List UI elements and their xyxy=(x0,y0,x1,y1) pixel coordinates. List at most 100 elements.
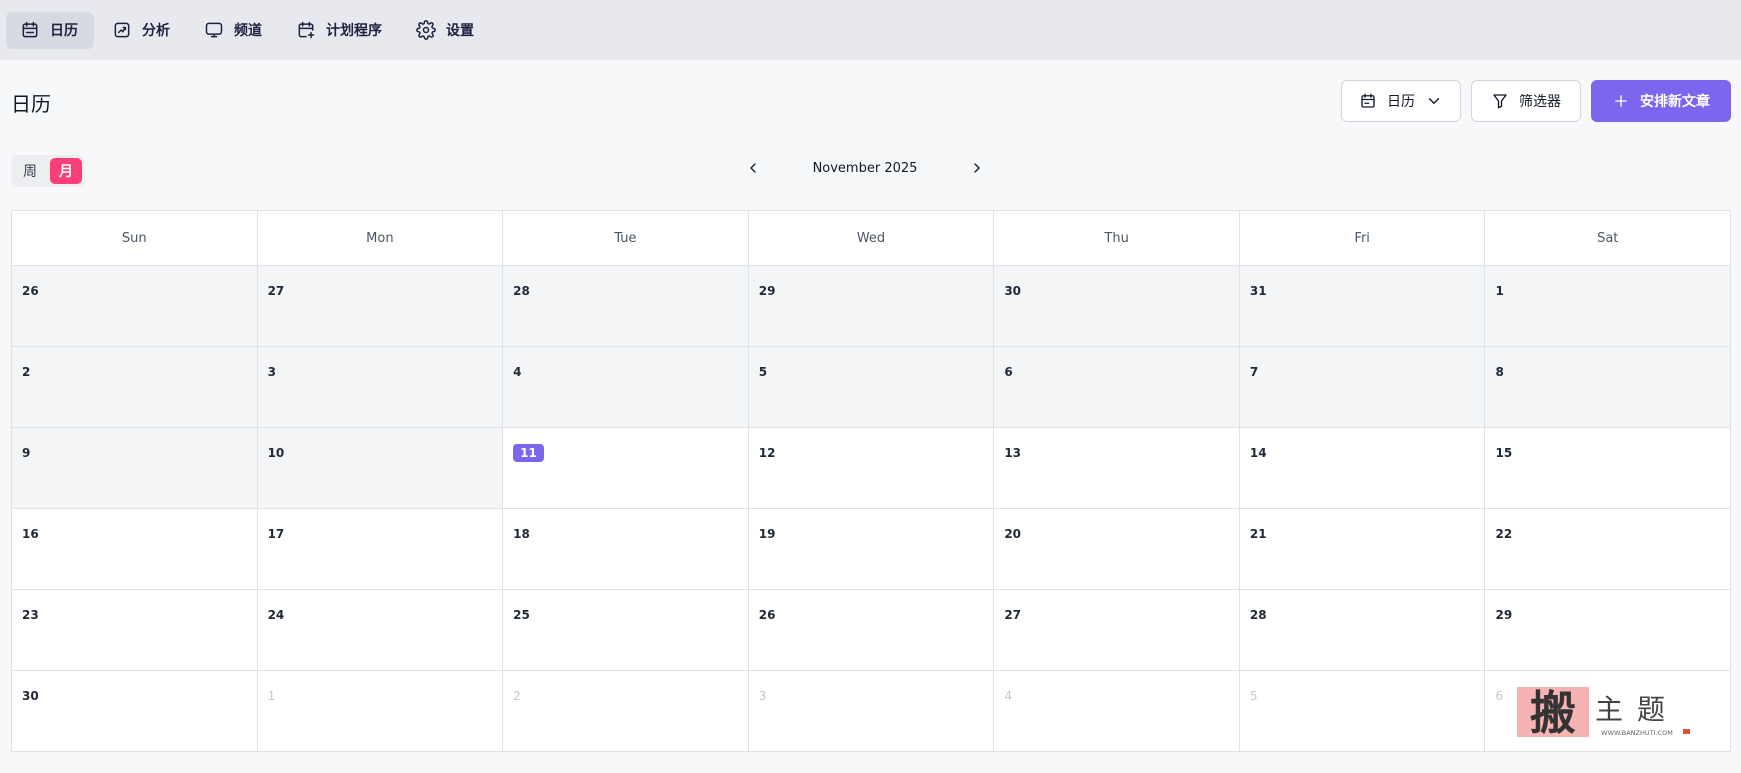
watermark-url: WWW.BANZHUTI.COM xyxy=(1601,729,1673,737)
calendar-day-cell[interactable]: 9 xyxy=(12,428,258,509)
calendar-day-cell[interactable]: 6 xyxy=(994,347,1240,428)
day-number: 2 xyxy=(22,365,31,379)
calendar-day-cell[interactable]: 22 xyxy=(1485,509,1732,590)
calendar-day-cell[interactable]: 27 xyxy=(994,590,1240,671)
calendar-day-cell[interactable]: 10 xyxy=(257,428,504,509)
calendar-day-cell[interactable]: 14 xyxy=(1239,428,1486,509)
calendar-day-cell[interactable]: 29 xyxy=(748,266,995,347)
calendar-icon xyxy=(22,21,38,38)
weekday-header: Sun Mon Tue Wed Thu Fri Sat xyxy=(12,211,1732,266)
calendar-day-cell[interactable]: 31 xyxy=(1239,266,1486,347)
toggle-month[interactable]: 月 xyxy=(50,158,82,184)
day-number: 28 xyxy=(1249,608,1267,622)
nav-item-settings[interactable]: 设置 xyxy=(402,12,490,49)
calendar-day-cell[interactable]: 21 xyxy=(1239,509,1486,590)
calendar-day-cell[interactable]: 18 xyxy=(503,509,749,590)
month-navigation: November 2025 xyxy=(740,155,990,181)
calendar-day-cell[interactable]: 30 xyxy=(994,266,1240,347)
view-select-button[interactable]: 日历 xyxy=(1341,80,1461,122)
day-number: 15 xyxy=(1495,446,1513,460)
calendar-day-cell[interactable]: 1 xyxy=(1485,266,1732,347)
calendar-day-cell[interactable]: 27 xyxy=(257,266,504,347)
calendar-day-cell[interactable]: 29 xyxy=(1485,590,1732,671)
day-number: 24 xyxy=(267,608,285,622)
day-number: 5 xyxy=(1249,689,1258,703)
day-number: 30 xyxy=(1004,284,1022,298)
day-number: 7 xyxy=(1249,365,1259,379)
calendar-day-cell[interactable]: 2 xyxy=(12,347,258,428)
day-number: 4 xyxy=(1004,689,1012,703)
calendar-day-cell[interactable]: 5 xyxy=(1239,671,1486,752)
calendar-day-today[interactable]: 11 xyxy=(503,428,749,509)
calendar-week-row: 30 1 2 3 4 5 6 xyxy=(12,671,1732,752)
calendar-day-cell[interactable]: 23 xyxy=(12,590,258,671)
calendar-day-cell[interactable]: 26 xyxy=(748,590,995,671)
calendar-week-row: 16 17 18 19 20 21 22 xyxy=(12,509,1732,590)
weekday-sat: Sat xyxy=(1485,211,1732,266)
nav-item-channels[interactable]: 频道 xyxy=(190,12,278,49)
calendar-day-cell[interactable]: 8 xyxy=(1485,347,1732,428)
current-month-label: November 2025 xyxy=(812,160,918,176)
calendar-day-cell[interactable]: 25 xyxy=(503,590,749,671)
chevron-down-icon xyxy=(1428,98,1440,104)
calendar-week-row: 26 27 28 29 30 31 1 xyxy=(12,266,1732,347)
calendar-day-cell[interactable]: 4 xyxy=(994,671,1240,752)
prev-month-button[interactable] xyxy=(740,155,766,181)
nav-label: 日历 xyxy=(50,23,78,39)
day-number: 9 xyxy=(22,446,31,460)
toggle-week[interactable]: 周 xyxy=(14,158,46,184)
calendar-day-cell[interactable]: 19 xyxy=(748,509,995,590)
calendar-day-cell[interactable]: 28 xyxy=(503,266,749,347)
day-number: 1 xyxy=(1495,284,1504,298)
weekday-thu: Thu xyxy=(994,211,1240,266)
calendar-day-cell[interactable]: 17 xyxy=(257,509,504,590)
day-number: 13 xyxy=(1004,446,1022,460)
calendar-day-cell[interactable]: 3 xyxy=(748,671,995,752)
next-month-button[interactable] xyxy=(964,155,990,181)
day-number: 6 xyxy=(1495,689,1504,703)
day-number: 1 xyxy=(267,689,276,703)
calendar-day-cell[interactable]: 26 xyxy=(12,266,258,347)
nav-item-scheduler[interactable]: 计划程序 xyxy=(282,12,398,49)
calendar-day-cell[interactable]: 24 xyxy=(257,590,504,671)
day-number: 22 xyxy=(1495,527,1513,541)
weekday-tue: Tue xyxy=(503,211,749,266)
calendar-day-cell[interactable]: 3 xyxy=(257,347,504,428)
filter-button[interactable]: 筛选器 xyxy=(1471,80,1581,122)
nav-item-calendar[interactable]: 日历 xyxy=(6,11,94,49)
day-number: 11 xyxy=(513,444,544,462)
calendar-day-cell[interactable]: 2 xyxy=(503,671,749,752)
calendar-day-cell[interactable]: 20 xyxy=(994,509,1240,590)
calendar-day-cell[interactable]: 7 xyxy=(1239,347,1486,428)
month-calendar: Sun Mon Tue Wed Thu Fri Sat 26 27 28 29 30 31 1 2 3 4 5 6… xyxy=(11,210,1732,752)
calendar-day-cell[interactable]: 28 xyxy=(1239,590,1486,671)
chevron-right-icon xyxy=(974,163,980,173)
day-number: 8 xyxy=(1495,365,1504,379)
calendar-day-cell[interactable]: 30 xyxy=(12,671,258,752)
calendar-week-row: 2 3 4 5 6 7 8 xyxy=(12,347,1732,428)
day-number: 28 xyxy=(513,284,530,298)
calendar-day-cell[interactable]: 5 xyxy=(748,347,995,428)
calendar-week-row: 23 24 25 26 27 28 29 xyxy=(12,590,1732,671)
day-number: 31 xyxy=(1249,284,1267,298)
schedule-new-post-button[interactable]: 安排新文章 xyxy=(1591,80,1731,122)
nav-label: 频道 xyxy=(234,23,262,39)
day-number: 14 xyxy=(1249,446,1267,460)
filter-label: 筛选器 xyxy=(1519,94,1561,110)
day-number: 26 xyxy=(22,284,39,298)
top-nav: 日历 分析 频道 计划程序 设置 xyxy=(0,0,1741,60)
calendar-day-cell[interactable]: 15 xyxy=(1485,428,1732,509)
calendar-day-cell[interactable]: 4 xyxy=(503,347,749,428)
weekday-wed: Wed xyxy=(748,211,995,266)
calendar-day-cell[interactable]: 12 xyxy=(748,428,995,509)
schedule-new-post-label: 安排新文章 xyxy=(1640,94,1710,110)
calendar-day-cell[interactable]: 13 xyxy=(994,428,1240,509)
calendar-day-cell[interactable]: 16 xyxy=(12,509,258,590)
gear-icon xyxy=(416,20,436,40)
day-number: 27 xyxy=(1004,608,1022,622)
calendar-day-cell[interactable]: 1 xyxy=(257,671,504,752)
view-toggle: 周 月 xyxy=(11,155,85,187)
day-number: 26 xyxy=(758,608,776,622)
nav-item-analytics[interactable]: 分析 xyxy=(98,12,186,49)
day-number: 16 xyxy=(22,527,39,541)
